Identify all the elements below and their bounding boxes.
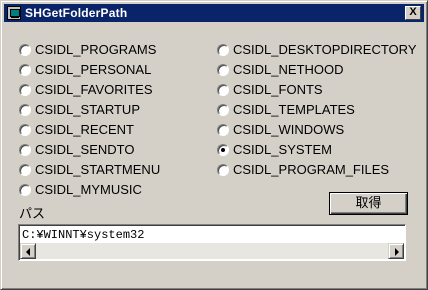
scroll-right-button[interactable]	[388, 243, 404, 259]
radio-circle[interactable]	[217, 104, 229, 116]
radio-circle[interactable]	[19, 64, 31, 76]
radio-label: CSIDL_FONTS	[233, 82, 323, 97]
title-bar[interactable]: SHGetFolderPath X	[4, 4, 424, 22]
scroll-left-button[interactable]	[20, 243, 36, 259]
radio-circle[interactable]	[217, 64, 229, 76]
radio-label: CSIDL_RECENT	[35, 122, 134, 137]
radio-circle[interactable]	[19, 44, 31, 56]
get-button[interactable]: 取得	[329, 192, 408, 215]
app-window-icon[interactable]	[7, 6, 21, 20]
radio-circle[interactable]	[217, 84, 229, 96]
path-label: パス	[19, 206, 46, 221]
radio-circle[interactable]	[217, 124, 229, 136]
radio-circle[interactable]	[19, 104, 31, 116]
radio-label: CSIDL_DESKTOPDIRECTORY	[233, 42, 417, 57]
close-icon: X	[409, 6, 417, 18]
radio-circle[interactable]	[19, 84, 31, 96]
radio-label: CSIDL_FAVORITES	[35, 82, 153, 97]
path-value[interactable]: C:¥WINNT¥system32	[22, 228, 144, 242]
radio-label: CSIDL_MYMUSIC	[35, 182, 142, 197]
radio-label: CSIDL_NETHOOD	[233, 62, 344, 77]
radio-label: CSIDL_SENDTO	[35, 142, 135, 157]
radio-circle[interactable]	[217, 164, 229, 176]
radio-circle[interactable]	[19, 184, 31, 196]
radio-label: CSIDL_SYSTEM	[233, 142, 332, 157]
horizontal-scrollbar[interactable]	[20, 243, 404, 259]
radio-label: CSIDL_PROGRAM_FILES	[233, 162, 390, 177]
radio-circle[interactable]	[19, 124, 31, 136]
close-button[interactable]: X	[405, 6, 421, 20]
radio-circle[interactable]	[19, 144, 31, 156]
radio-label: CSIDL_TEMPLATES	[233, 102, 355, 117]
radio-circle[interactable]	[19, 164, 31, 176]
radio-label: CSIDL_STARTMENU	[35, 162, 161, 177]
scroll-right-arrow-icon	[395, 248, 399, 256]
radio-circle[interactable]	[217, 44, 229, 56]
radio-label: CSIDL_PROGRAMS	[35, 42, 157, 57]
radio-circle-checked[interactable]	[217, 144, 229, 156]
scrollbar-track[interactable]	[36, 243, 388, 259]
window-title: SHGetFolderPath	[25, 6, 128, 20]
radio-label: CSIDL_WINDOWS	[233, 122, 345, 137]
path-edit-field[interactable]: C:¥WINNT¥system32	[18, 224, 406, 261]
radio-label: CSIDL_PERSONAL	[35, 62, 152, 77]
scroll-left-arrow-icon	[26, 248, 30, 256]
radio-label: CSIDL_STARTUP	[35, 102, 140, 117]
dialog-window: SHGetFolderPath X CSIDL_PROGRAMS CSIDL_P…	[0, 0, 428, 290]
